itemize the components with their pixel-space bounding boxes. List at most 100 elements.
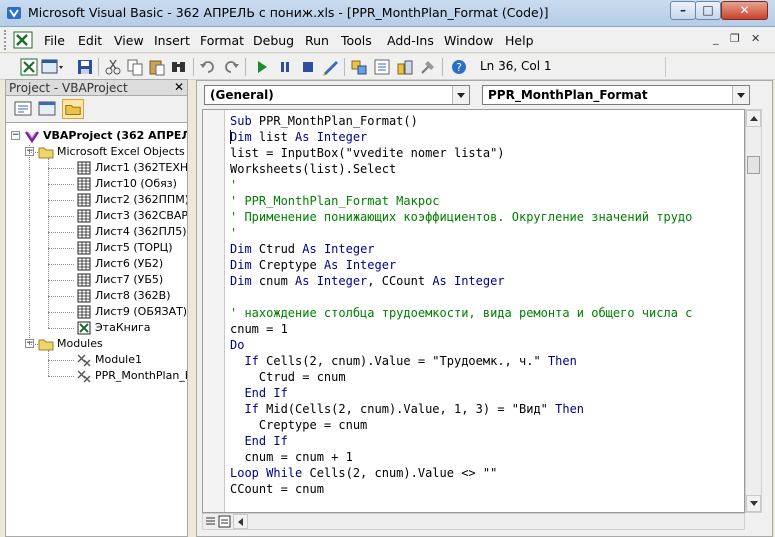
excel-view-icon[interactable]	[20, 58, 38, 76]
object-dropdown[interactable]: (General)	[204, 85, 470, 105]
project-tree-item[interactable]: Лист8 (362В)	[76, 288, 171, 303]
code-margin-indicator-bar[interactable]	[203, 110, 225, 512]
code-keyword: Sub	[230, 114, 259, 128]
procedure-view-icon[interactable]	[204, 514, 217, 529]
code-text: Ctrud	[258, 242, 303, 256]
menu-help[interactable]: Help	[505, 33, 534, 48]
worksheet-icon	[77, 193, 91, 207]
break-icon[interactable]	[276, 58, 294, 76]
title-bar: Microsoft Visual Basic - 362 АПРЕЛЬ с по…	[0, 0, 775, 27]
procedure-dropdown[interactable]: PPR_MonthPlan_Format	[482, 85, 750, 105]
mdi-close-button[interactable]: ✕	[751, 32, 760, 45]
insert-userform-icon[interactable]	[41, 58, 65, 76]
scroll-left-button[interactable]	[233, 514, 248, 529]
svg-text:?: ?	[456, 61, 462, 74]
object-browser-icon[interactable]	[396, 58, 414, 76]
chevron-down-icon[interactable]	[452, 86, 469, 104]
close-window-button[interactable]: ✕	[721, 1, 768, 20]
code-keyword: Dim	[230, 258, 259, 272]
worksheet-icon	[77, 305, 91, 319]
reset-icon[interactable]	[299, 58, 317, 76]
mdi-restore-button[interactable]: ❐	[730, 32, 740, 45]
minimize-button[interactable]: –	[670, 1, 696, 20]
maximize-button[interactable]: □	[695, 1, 721, 20]
project-tree-item[interactable]: Лист7 (УБ5)	[76, 272, 163, 287]
code-line: End If	[230, 433, 692, 449]
project-tree-item[interactable]: Лист4 (362ПЛ5)	[76, 224, 187, 239]
menu-debug[interactable]: Debug	[253, 33, 294, 48]
window-title: Microsoft Visual Basic - 362 АПРЕЛЬ с по…	[28, 5, 549, 20]
save-icon[interactable]	[76, 58, 94, 76]
tree-connector	[48, 328, 74, 329]
project-tree-item[interactable]: Microsoft Excel Objects	[38, 144, 185, 159]
toolbox-icon[interactable]	[419, 58, 437, 76]
menu-window[interactable]: Window	[444, 33, 493, 48]
paste-icon[interactable]	[148, 58, 166, 76]
worksheet-icon	[77, 289, 91, 303]
project-tree-item[interactable]: PPR_MonthPlan_Form	[76, 368, 187, 383]
menu-grip[interactable]	[4, 30, 8, 50]
design-mode-icon[interactable]	[322, 58, 340, 76]
code-line: If Mid(Cells(2, cnum).Value, 1, 3) = "Ви…	[230, 401, 692, 417]
code-comment: ' нахождение столбца трудоемкости, вида …	[230, 306, 693, 320]
find-icon[interactable]	[170, 58, 188, 76]
project-tree-item[interactable]: Лист10 (Обяз)	[76, 176, 177, 191]
project-tree-item[interactable]: VBAProject (362 АПРЕЛЬ	[24, 128, 187, 143]
undo-icon[interactable]	[199, 58, 217, 76]
code-line: Loop While Cells(2, cnum).Value <> ""	[230, 465, 692, 481]
view-code-icon[interactable]	[12, 99, 34, 119]
project-tree-item[interactable]: ЭтаКнига	[76, 320, 151, 335]
menu-view[interactable]: View	[114, 33, 144, 48]
project-tree-label: Лист1 (362ТЕХН)	[95, 161, 188, 174]
project-tree-item[interactable]: Лист3 (362СВАР)	[76, 208, 187, 223]
view-object-icon[interactable]	[36, 99, 58, 119]
folder-icon	[38, 339, 54, 351]
procedure-dropdown-value: PPR_MonthPlan_Format	[488, 88, 648, 102]
full-module-view-icon[interactable]	[218, 514, 231, 529]
run-icon[interactable]	[253, 58, 271, 76]
code-text: Ctrud = cnum	[230, 370, 346, 384]
scroll-thumb[interactable]	[747, 156, 760, 174]
code-line: Dim list As Integer	[230, 129, 692, 145]
project-explorer-icon[interactable]	[350, 58, 368, 76]
project-tree-item[interactable]: Лист9 (ОБЯЗАТ)	[76, 304, 187, 319]
scroll-down-button[interactable]	[746, 495, 761, 512]
menu-run[interactable]: Run	[305, 33, 329, 48]
tree-connector	[48, 168, 74, 169]
vertical-scrollbar[interactable]	[745, 109, 762, 513]
redo-icon[interactable]	[222, 58, 240, 76]
project-tree-item[interactable]: Лист5 (ТОРЦ)	[76, 240, 173, 255]
project-tree-label: Лист8 (362В)	[95, 289, 171, 302]
toggle-folders-icon[interactable]	[62, 99, 84, 119]
collapse-toggle[interactable]: −	[11, 131, 20, 140]
project-tree-item[interactable]: Module1	[76, 352, 142, 367]
chevron-down-icon[interactable]	[732, 86, 749, 104]
excel-view-icon[interactable]	[13, 31, 33, 49]
menu-add-ins[interactable]: Add-Ins	[387, 33, 434, 48]
project-tree-item[interactable]: Лист6 (УБ2)	[76, 256, 163, 271]
menu-format[interactable]: Format	[200, 33, 244, 48]
project-pane-close-button[interactable]: ✕	[174, 80, 184, 94]
mdi-minimize-button[interactable]: _	[713, 32, 719, 45]
tree-connector	[48, 280, 74, 281]
tree-connector	[29, 145, 30, 344]
tree-connector	[48, 296, 74, 297]
menu-tools[interactable]: Tools	[341, 33, 372, 48]
copy-icon[interactable]	[126, 58, 144, 76]
help-icon[interactable]: ?	[450, 58, 468, 76]
menu-edit[interactable]: Edit	[78, 33, 102, 48]
menu-file[interactable]: File	[44, 33, 65, 48]
properties-window-icon[interactable]	[373, 58, 391, 76]
project-tree-item[interactable]: Modules	[38, 336, 103, 351]
horizontal-scrollbar[interactable]	[202, 513, 745, 530]
code-editor[interactable]: Sub PPR_MonthPlan_Format() Dim list As In…	[202, 109, 745, 513]
scroll-up-button[interactable]	[746, 110, 761, 127]
menu-insert[interactable]: Insert	[154, 33, 190, 48]
cut-icon[interactable]	[104, 58, 122, 76]
project-tree-item[interactable]: Лист1 (362ТЕХН)	[76, 160, 188, 175]
code-comment: '	[230, 178, 238, 192]
code-line: End If	[230, 385, 692, 401]
code-line: Dim Ctrud As Integer	[230, 241, 692, 257]
text-caret	[230, 130, 231, 144]
project-tree-item[interactable]: Лист2 (362ППМ)	[76, 192, 187, 207]
